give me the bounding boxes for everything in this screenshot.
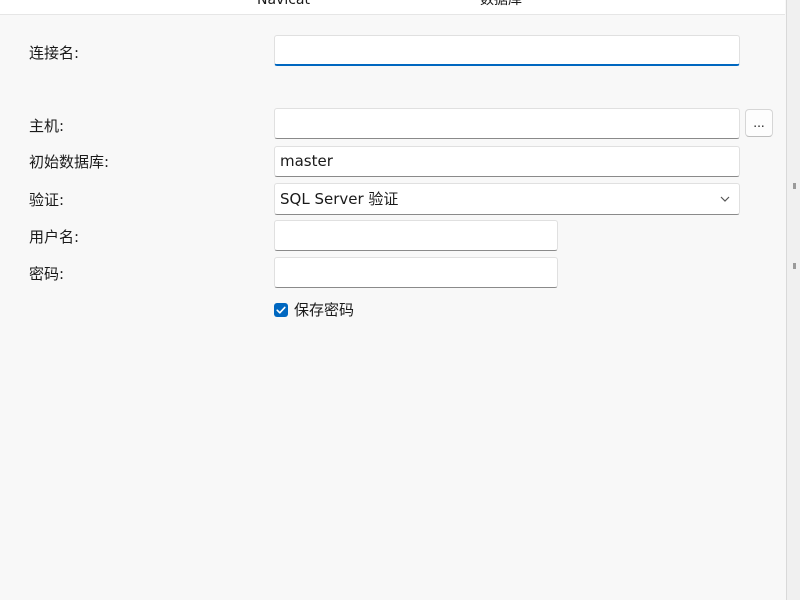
password-label: 密码:: [29, 265, 65, 283]
save-password-checkbox[interactable]: [274, 303, 288, 317]
initial-database-input[interactable]: master: [274, 146, 740, 177]
authentication-select[interactable]: SQL Server 验证: [274, 183, 740, 215]
chevron-down-icon: [720, 196, 730, 202]
host-input[interactable]: [274, 108, 740, 139]
save-password-label: 保存密码: [294, 301, 355, 319]
host-label: 主机:: [29, 117, 65, 135]
username-label: 用户名:: [29, 228, 80, 246]
authentication-label: 验证:: [29, 191, 65, 209]
tab-database[interactable]: 数据库: [480, 0, 522, 9]
password-input[interactable]: [274, 257, 558, 288]
connection-name-label: 连接名:: [29, 44, 80, 62]
authentication-selected-value: SQL Server 验证: [280, 190, 399, 208]
new-connection-dialog: Navicat 数据库 连接名: 主机: ... 初始数据库: master 验…: [0, 0, 800, 600]
tab-strip: Navicat 数据库: [0, 0, 785, 15]
initial-database-label: 初始数据库:: [29, 153, 110, 171]
tab-navicat[interactable]: Navicat: [257, 0, 310, 9]
connection-name-input[interactable]: [274, 35, 740, 66]
edge-mark: [793, 263, 796, 269]
host-browse-button[interactable]: ...: [745, 109, 773, 137]
username-input[interactable]: [274, 220, 558, 251]
window-right-edge: [786, 0, 800, 600]
checkmark-icon: [276, 306, 286, 314]
edge-mark: [793, 183, 796, 189]
